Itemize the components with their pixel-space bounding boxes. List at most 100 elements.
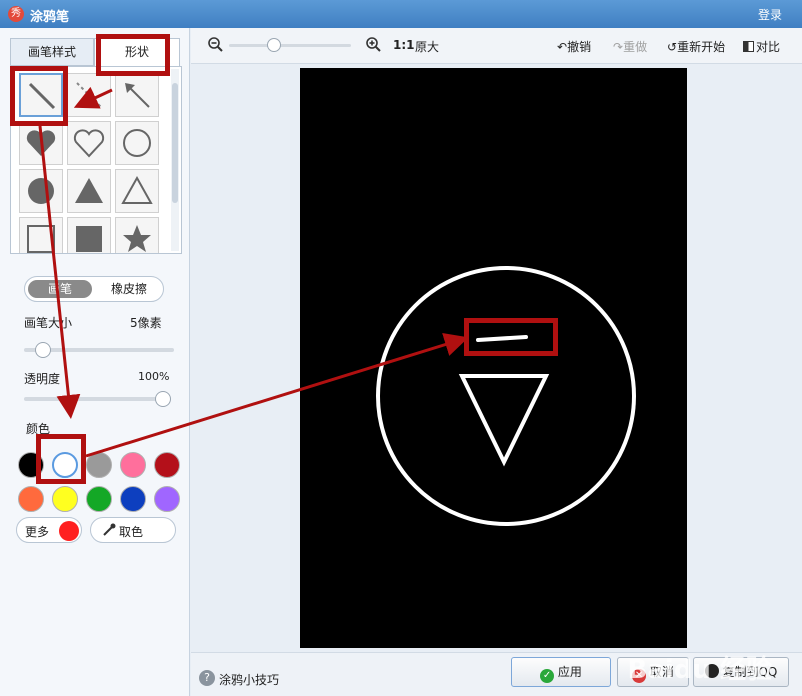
drawn-circle [376,266,636,526]
more-color-swatch [59,521,79,541]
copy-to-qq-button[interactable]: 复制到QQ [693,657,789,687]
redo-label: 重做 [623,40,648,54]
circle-filled-icon [28,178,54,204]
brush-size-value: 5像素 [130,316,162,330]
shape-heart-outline[interactable] [67,121,111,165]
color-swatch[interactable] [120,486,146,512]
window-title: 涂鸦笔 [30,10,70,25]
color-swatch[interactable] [120,452,146,478]
scroll-thumb[interactable] [172,83,178,203]
brush-size-knob[interactable] [34,342,51,358]
tab-brush-style[interactable]: 画笔样式 [10,38,94,66]
tab-shapes[interactable]: 形状 [94,38,180,66]
undo-button[interactable]: ↶撤销 [557,38,591,55]
star-icon [123,225,151,252]
shape-dashed-line[interactable] [67,73,111,117]
cancel-button[interactable]: ✕ 取消 [617,657,689,687]
zoom-slider[interactable] [229,38,351,52]
shape-scrollbar[interactable] [171,69,179,251]
opacity-slider[interactable] [24,391,171,407]
color-swatch[interactable] [86,486,112,512]
shape-square-outline[interactable] [19,217,63,253]
shape-arrow[interactable] [115,73,159,117]
shape-heart-filled[interactable] [19,121,63,165]
restart-label: 重新开始 [677,40,726,54]
left-panel: 画笔样式 形状 画笔 橡皮擦 画笔大小 5像素 透明度 100% 颜色 更多 取… [0,28,190,696]
qq-icon [704,664,719,678]
help-icon[interactable]: ? [199,670,215,686]
shape-square-filled[interactable] [67,217,111,253]
arrow-icon [125,83,150,108]
cancel-label: 取消 [649,665,674,679]
line-icon [28,82,56,110]
shape-star[interactable] [115,217,159,253]
shape-grid [10,66,182,254]
compare-label: 对比 [756,40,781,54]
drawn-triangle [458,374,550,467]
eyedropper-icon [101,522,117,541]
apply-button[interactable]: ✓ 应用 [511,657,611,687]
restart-icon: ↺ [667,40,678,54]
color-swatch[interactable] [18,452,44,478]
zoom-knob[interactable] [266,38,281,52]
redo-icon: ↷ [613,40,624,54]
zoom-in-icon[interactable] [365,36,381,55]
color-label: 颜色 [26,422,51,436]
color-swatch[interactable] [52,486,78,512]
triangle-outline-icon [121,175,153,204]
drawing-canvas[interactable] [300,68,687,648]
shape-line[interactable] [19,73,63,117]
compare-button[interactable]: 对比 [743,38,780,55]
app-logo: 秀 [8,6,24,22]
opacity-value: 100% [138,370,170,383]
tab-bar: 画笔样式 形状 [10,38,180,66]
dashed-line-icon [76,82,102,108]
cancel-icon: ✕ [632,669,647,683]
shape-triangle-filled[interactable] [67,169,111,213]
brush-mode-button[interactable]: 画笔 [28,280,92,298]
original-size-label[interactable]: 原大 [415,38,439,55]
tips-link[interactable]: 涂鸦小技巧 [219,671,279,688]
square-outline-icon [27,225,55,253]
title-bar: 秀 涂鸦笔 登录 [0,0,802,28]
color-swatch[interactable] [18,486,44,512]
color-swatch[interactable] [52,452,78,478]
opacity-label: 透明度 [24,372,61,386]
undo-icon: ↶ [557,40,568,54]
undo-label: 撤销 [567,40,592,54]
restart-button[interactable]: ↺重新开始 [667,38,725,55]
compare-icon [743,41,754,52]
color-swatch[interactable] [154,452,180,478]
shape-circle-filled[interactable] [19,169,63,213]
heart-outline-icon [73,129,105,158]
canvas-drawing [376,266,636,526]
bottom-bar: ? 涂鸦小技巧 ✓ 应用 ✕ 取消 复制到QQ [191,652,802,696]
color-picker-label: 取色 [119,525,144,539]
brush-size-slider[interactable] [24,342,174,358]
zoom-out-icon[interactable] [207,36,223,55]
triangle-filled-icon [75,178,103,203]
more-colors-button[interactable]: 更多 [16,517,82,543]
apply-label: 应用 [557,665,582,679]
login-link[interactable]: 登录 [758,6,782,23]
square-filled-icon [76,226,102,252]
opacity-knob[interactable] [155,391,171,407]
copy-to-qq-label: 复制到QQ [722,665,778,679]
shape-circle-outline[interactable] [115,121,159,165]
shape-triangle-outline[interactable] [115,169,159,213]
heart-filled-icon [26,130,56,156]
redo-button[interactable]: ↷重做 [613,38,647,55]
toolbar: 1:1 原大 ↶撤销 ↷重做 ↺重新开始 对比 [191,28,802,64]
canvas-area [191,64,802,652]
ratio-label[interactable]: 1:1 [393,38,415,52]
brush-size-label: 画笔大小 [24,316,73,330]
color-swatch[interactable] [86,452,112,478]
more-colors-label: 更多 [25,525,50,539]
eraser-mode-button[interactable]: 橡皮擦 [97,280,161,298]
color-swatch[interactable] [154,486,180,512]
color-picker-button[interactable]: 取色 [90,517,176,543]
circle-outline-icon [123,129,151,157]
check-icon: ✓ [540,669,555,683]
brush-eraser-toggle: 画笔 橡皮擦 [24,276,164,302]
drawn-line [476,335,528,342]
